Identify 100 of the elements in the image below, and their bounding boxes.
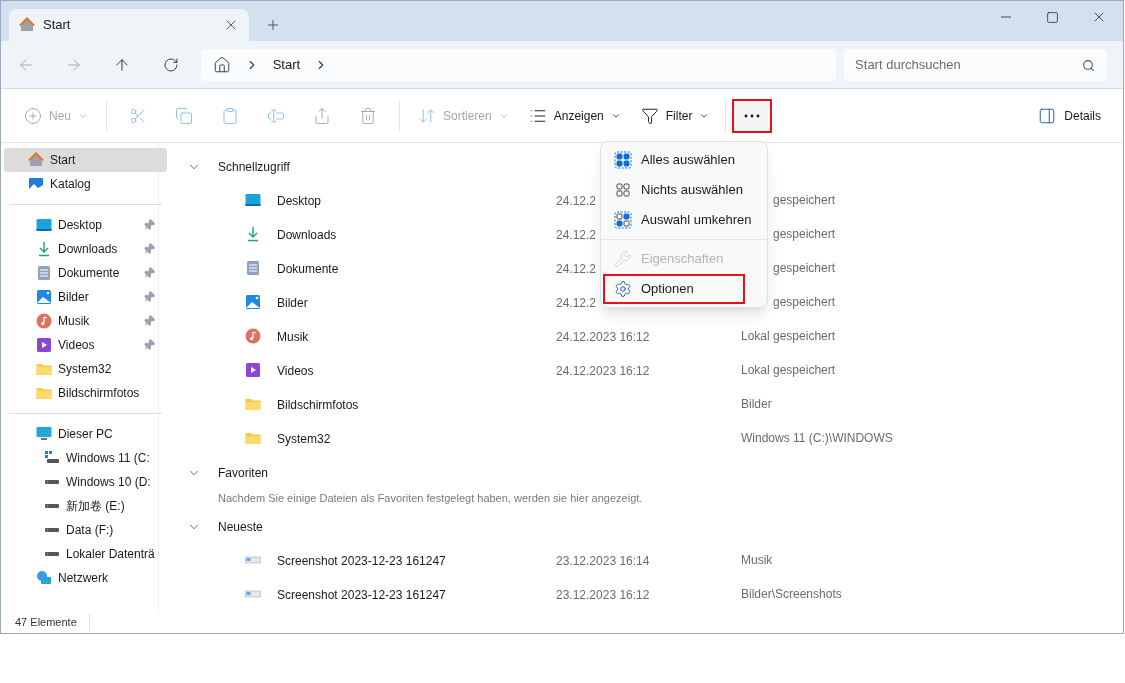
sidebar-item[interactable]: Videos [12,333,159,357]
ellipsis-icon [744,113,761,118]
sidebar-label: Windows 11 (C: [66,450,151,467]
section-title[interactable]: Favoriten [218,464,269,482]
sidebar-item[interactable]: Bildschirmfotos [12,381,159,405]
location-cell-text: Lokal gespeichert [741,328,836,345]
location-cell-text: gespeichert [772,294,836,311]
sidebar-item[interactable]: Windows 11 (C: [12,446,159,470]
sidebar-item[interactable]: Lokaler Datenträ [12,542,159,566]
toolbar-button[interactable]: Filter [632,99,718,132]
share-icon [313,106,331,125]
sidebar-item[interactable]: Netzwerk [12,566,159,590]
folder-icon [245,430,261,446]
sidebar-item[interactable]: Katalog [4,172,167,196]
menu-item[interactable]: Optionen [603,274,745,304]
file-name[interactable]: Desktop [277,194,322,208]
date-cell: 24.12.2 [556,194,597,208]
picture-icon [28,176,44,192]
sidebar-item[interactable]: Bilder [12,285,159,309]
sidebar-item[interactable]: Musik [12,309,159,333]
settings-icon [614,280,632,298]
sidebar-item[interactable]: Data (F:) [12,518,159,542]
folder-icon [36,361,52,377]
address-field[interactable]: Start [200,48,837,81]
sidebar-label: Downloads [58,241,119,258]
sidebar-label: Musik [58,313,91,330]
desktop-icon [36,217,52,233]
sidebar-label: Windows 10 (D: [66,474,152,491]
file-name[interactable]: Dokumente [277,262,339,276]
date-cell: 24.12.2023 16:12 [556,330,650,344]
date-cell: 24.12.2 [556,228,597,242]
video-icon [36,337,52,353]
picture-icon [36,289,52,305]
sidebar-label: Katalog [50,176,92,193]
sidebar-item[interactable]: Windows 10 (D: [12,470,159,494]
date-cell: 24.12.2 [556,262,597,276]
music-icon [36,313,52,329]
picture-icon [245,294,261,310]
document-icon [36,265,52,281]
sidebar-item[interactable]: Downloads [12,237,159,261]
date-cell: 24.12.2023 16:12 [556,364,650,378]
sidebar-item[interactable]: System32 [12,357,159,381]
file-name[interactable]: Bilder [277,296,308,310]
file-name[interactable]: Bildschirmfotos [277,398,359,412]
sidebar-item[interactable]: Desktop [12,213,159,237]
section-title[interactable]: Neueste [218,518,263,536]
rename-icon [267,106,285,125]
sidebar-label: Start [50,152,77,169]
location-cell-text: Bilder [741,396,772,413]
sidebar-label: Bilder [58,289,90,306]
desktop-icon [245,192,261,208]
sidebar-label: Dieser PC [58,426,114,443]
house-icon [19,17,35,33]
location-cell-text: Lokal gespeichert [741,362,836,379]
toolbar-button[interactable]: Anzeigen [520,99,629,132]
document-icon [245,260,261,276]
location-cell-text: gespeichert [772,226,836,243]
tab[interactable]: Start [9,9,249,41]
file-name[interactable]: Musik [277,330,309,344]
details-button[interactable]: Details [1032,99,1107,132]
video-icon [245,362,261,378]
new-tab-icon[interactable] [265,17,281,33]
section-title[interactable]: Schnellzugriff [218,158,290,176]
menu-item[interactable]: Auswahl umkehren [603,205,765,235]
sidebar-item[interactable]: Start [4,148,167,172]
empty-message: Nachdem Sie einige Dateien als Favoriten festgelegt haben, werden sie hier angezeigt. [218,491,644,506]
location-cell-text: Musik [741,552,773,569]
search-icon [1082,58,1095,72]
more-button[interactable] [732,98,773,133]
file-name[interactable]: Screenshot 2023-12-23 161247 [277,588,446,602]
location-cell-text: gespeichert [772,260,836,277]
sidebar-label: Dokumente [58,265,121,282]
search-field[interactable]: Start durchsuchen [844,48,1107,81]
sort-icon [418,106,436,125]
sidebar-label: System32 [58,361,113,378]
location-cell-text: Windows 11 (C:)\WINDOWS [741,430,893,447]
folder-icon [245,396,261,412]
copy-icon [175,106,193,125]
menu-item[interactable]: Alles auswählen [603,145,765,175]
pc-icon [36,426,52,442]
scissors-icon [129,106,147,125]
breadcrumb-item[interactable]: Start [272,54,301,75]
refresh-icon[interactable] [162,56,179,73]
trash-icon [359,106,377,125]
file-name[interactable]: System32 [277,432,331,446]
sidebar-item[interactable]: 新加卷 (E:) [12,494,159,518]
maximize-icon[interactable] [1046,10,1059,24]
sidebar-item[interactable]: Dokumente [12,261,159,285]
sidebar-item[interactable]: Dieser PC [12,422,159,446]
item-count: 47 Elemente [1,614,90,631]
file-name[interactable]: Videos [277,364,314,378]
date-cell: 23.12.2023 16:12 [556,588,650,602]
file-name[interactable]: Screenshot 2023-12-23 161247 [277,554,446,568]
file-name[interactable]: Downloads [277,228,337,242]
music-icon [245,328,261,344]
date-cell: 23.12.2023 16:14 [556,554,650,568]
home-icon [212,55,231,74]
menu-item[interactable]: Nichts auswählen [603,175,765,205]
sidebar-label: Lokaler Datenträ [66,546,155,563]
sidebar-label: 新加卷 (E:) [66,498,126,515]
